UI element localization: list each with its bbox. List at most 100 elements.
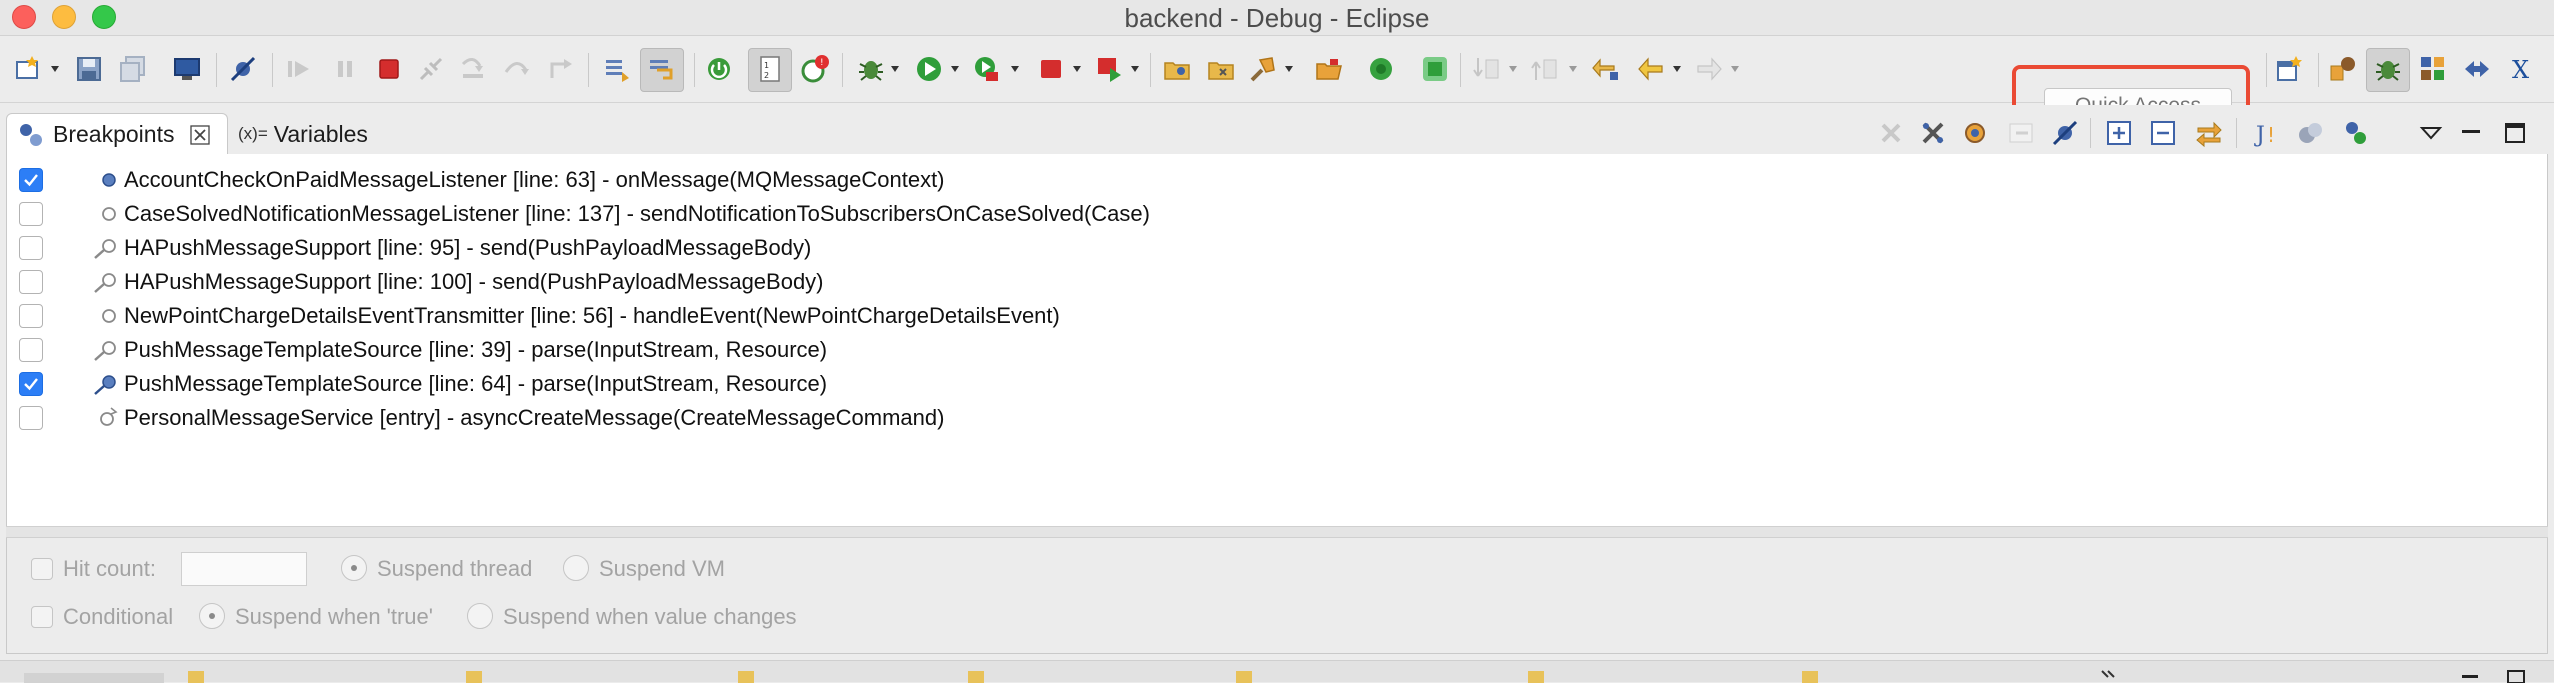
back-dropdown-icon[interactable] <box>1672 65 1682 73</box>
breakpoint-checkbox[interactable] <box>19 202 43 226</box>
server-stop-icon[interactable] <box>1420 54 1450 84</box>
maximize-view-icon[interactable] <box>2500 118 2530 148</box>
terminate-icon[interactable] <box>374 54 404 84</box>
breakpoint-checkbox[interactable] <box>19 270 43 294</box>
skip-breakpoints-view-icon[interactable] <box>2050 118 2080 148</box>
svg-text:2: 2 <box>764 71 769 80</box>
show-supported-breakpoints-icon[interactable] <box>1960 118 1990 148</box>
remove-breakpoint-icon[interactable] <box>1876 118 1906 148</box>
coverage-icon[interactable] <box>972 54 1002 84</box>
search-dropdown-icon[interactable] <box>1284 65 1294 73</box>
save-all-icon[interactable] <box>118 54 148 84</box>
back-icon[interactable] <box>1636 54 1666 84</box>
breakpoint-label: AccountCheckOnPaidMessageListener [line:… <box>124 167 945 192</box>
suspend-thread-radio[interactable] <box>341 555 367 581</box>
forward-icon[interactable] <box>1694 54 1724 84</box>
detail-splitter[interactable] <box>6 526 2548 538</box>
maximize-editor-icon[interactable] <box>2506 669 2526 683</box>
minimize-editor-icon[interactable] <box>2460 669 2480 683</box>
open-perspective-icon[interactable] <box>2274 54 2304 84</box>
breakpoint-row[interactable]: NewPointChargeDetailsEventTransmitter [l… <box>7 299 2547 333</box>
breakpoint-checkbox[interactable] <box>19 372 43 396</box>
breakpoint-label: PushMessageTemplateSource [line: 64] - p… <box>124 371 828 396</box>
suspend-when-changes-radio[interactable] <box>467 603 493 629</box>
group-by-icon[interactable] <box>2296 118 2326 148</box>
suspend-vm-radio[interactable] <box>563 555 589 581</box>
next-annotation-icon[interactable] <box>1472 54 1502 84</box>
breakpoint-row[interactable]: PushMessageTemplateSource [line: 39] - p… <box>7 333 2547 367</box>
git-perspective-icon[interactable] <box>2462 54 2492 84</box>
breakpoint-checkbox[interactable] <box>19 236 43 260</box>
more-tabs-icon[interactable] <box>2100 669 2120 683</box>
xml-perspective-icon[interactable]: X <box>2506 54 2536 84</box>
run-icon[interactable] <box>914 54 944 84</box>
previous-annotation-icon[interactable] <box>1530 54 1560 84</box>
breakpoint-row[interactable]: PushMessageTemplateSource [line: 64] - p… <box>7 367 2547 401</box>
previous-annotation-dropdown-icon[interactable] <box>1568 65 1578 73</box>
minimize-view-icon[interactable] <box>2456 118 2486 148</box>
breakpoint-checkbox[interactable] <box>19 406 43 430</box>
green-orb-icon[interactable] <box>1366 54 1396 84</box>
disconnect-icon[interactable] <box>416 54 446 84</box>
line-breakpoint-icon <box>94 239 116 259</box>
bottom-tab[interactable] <box>24 669 164 683</box>
expand-all-icon[interactable] <box>2104 118 2134 148</box>
update-notification-icon[interactable]: ! <box>800 54 830 84</box>
new-wizard-icon[interactable] <box>14 54 44 84</box>
conditional-checkbox[interactable] <box>31 606 53 628</box>
breakpoint-checkbox[interactable] <box>19 304 43 328</box>
java-exception-breakpoint-icon[interactable]: J! <box>2250 118 2280 148</box>
breakpoint-checkbox[interactable] <box>19 168 43 192</box>
link-with-debug-view-icon[interactable] <box>2194 118 2224 148</box>
breakpoint-row[interactable]: HAPushMessageSupport [line: 100] - send(… <box>7 265 2547 299</box>
debug-dropdown-icon[interactable] <box>890 65 900 73</box>
stop-icon[interactable] <box>1036 54 1066 84</box>
coverage-dropdown-icon[interactable] <box>1010 65 1020 73</box>
hit-count-checkbox[interactable] <box>31 558 53 580</box>
stop-dropdown-icon[interactable] <box>1072 65 1082 73</box>
tab-breakpoints[interactable]: Breakpoints <box>6 113 228 155</box>
drop-to-frame-icon[interactable] <box>602 54 632 84</box>
breakpoint-row[interactable]: CaseSolvedNotificationMessageListener [l… <box>7 197 2547 231</box>
new-dropdown-icon[interactable] <box>50 65 60 73</box>
skip-all-breakpoints-icon[interactable] <box>228 54 258 84</box>
open-type-icon[interactable] <box>1162 54 1192 84</box>
collapse-all-icon[interactable] <box>2148 118 2178 148</box>
remove-all-breakpoints-icon[interactable] <box>1918 118 1948 148</box>
terminal-icon[interactable] <box>172 54 202 84</box>
tab-variables[interactable]: (x)= Variables <box>238 113 398 155</box>
debug-perspective-icon[interactable] <box>2373 54 2403 84</box>
next-annotation-dropdown-icon[interactable] <box>1508 65 1518 73</box>
step-over-icon[interactable] <box>502 54 532 84</box>
go-to-file-icon[interactable] <box>2006 118 2036 148</box>
step-return-icon[interactable] <box>546 54 576 84</box>
file-icon <box>968 671 984 683</box>
search-tool-icon[interactable] <box>1248 54 1278 84</box>
breakpoint-row[interactable]: AccountCheckOnPaidMessageListener [line:… <box>7 163 2547 197</box>
forward-dropdown-icon[interactable] <box>1730 65 1740 73</box>
toggle-mark-occurrences-icon[interactable]: 12 <box>755 54 785 84</box>
run-dropdown-icon[interactable] <box>950 65 960 73</box>
open-task-icon[interactable] <box>1206 54 1236 84</box>
suspend-when-true-radio[interactable] <box>199 603 225 629</box>
breakpoint-checkbox[interactable] <box>19 338 43 362</box>
debug-icon[interactable] <box>856 54 886 84</box>
external-tools-dropdown-icon[interactable] <box>1130 65 1140 73</box>
open-folder-icon[interactable] <box>1314 54 1344 84</box>
hit-count-input[interactable] <box>181 552 307 586</box>
step-into-icon[interactable] <box>458 54 488 84</box>
jee-perspective-icon[interactable] <box>2328 54 2358 84</box>
breakpoint-row[interactable]: HAPushMessageSupport [line: 95] - send(P… <box>7 231 2547 265</box>
suspend-icon[interactable] <box>330 54 360 84</box>
use-step-filters-icon[interactable] <box>647 54 677 84</box>
team-sync-perspective-icon[interactable] <box>2418 54 2448 84</box>
close-tab-icon[interactable] <box>188 123 212 147</box>
last-edit-location-icon[interactable] <box>1590 54 1620 84</box>
external-tools-icon[interactable] <box>1094 54 1124 84</box>
resume-icon[interactable] <box>284 54 314 84</box>
breakpoint-properties-icon[interactable] <box>2342 118 2372 148</box>
spring-boot-icon[interactable] <box>704 54 734 84</box>
view-menu-icon[interactable] <box>2416 118 2446 148</box>
breakpoint-row[interactable]: PersonalMessageService [entry] - asyncCr… <box>7 401 2547 435</box>
save-icon[interactable] <box>74 54 104 84</box>
